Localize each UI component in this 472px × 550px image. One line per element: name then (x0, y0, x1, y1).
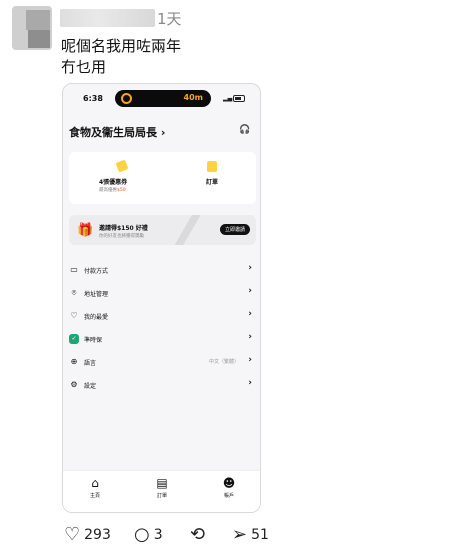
menu-item-settings[interactable]: ⚙ 設定 › (63, 375, 260, 398)
attached-screenshot[interactable]: 6:38 40m ▂▄ 食物及衞生局局長 › 🎧 4張優惠券 最高優惠$50 訂… (62, 83, 261, 513)
menu-item-favourites[interactable]: ♡ 我的最愛 › (63, 306, 260, 329)
chevron-right-icon: › (248, 378, 252, 388)
tab-label: 帳戶 (223, 493, 234, 499)
menu-item-label: 地址管理 (84, 291, 109, 298)
tab-label: 訂單 (156, 493, 167, 499)
tab-label: 主頁 (89, 493, 100, 499)
comment-button[interactable]: ○ 3 (134, 524, 163, 545)
bottom-tab-bar: ⌂ 主頁 ▤ 訂單 ☻ 帳戶 (63, 470, 260, 512)
signal-icon: ▂▄ (223, 95, 233, 102)
coupon-sub-amount: $50 (117, 188, 126, 193)
order-icon (207, 161, 217, 172)
coupon-subtext: 最高優惠$50 (99, 187, 126, 193)
invite-now-button[interactable]: 立即邀請 (219, 224, 250, 235)
invite-subtitle: 你的好友也將獲得獎勵 (99, 234, 144, 239)
menu-item-label: 我的最愛 (84, 314, 109, 321)
coupon-label[interactable]: 4張優惠券 (99, 177, 127, 186)
coupon-icon (115, 159, 129, 173)
gift-icon: 🎁 (77, 223, 94, 238)
settings-menu: ▭ 付款方式 › ⌾ 地址管理 › ♡ 我的最愛 › ✓ 準時保 › ⊕ 語言 … (63, 260, 260, 398)
tab-account[interactable]: ☻ 帳戶 (209, 476, 249, 499)
menu-item-label: 設定 (84, 383, 97, 390)
comment-bubble-icon: ○ (134, 524, 150, 545)
banner-decoration (169, 215, 209, 245)
repost-icon: ⟲ (190, 524, 206, 545)
heart-icon: ♡ (64, 524, 81, 545)
chevron-right-icon: › (248, 263, 252, 273)
timer-ring-icon (121, 93, 132, 104)
coupon-sub-prefix: 最高優惠 (99, 188, 117, 193)
like-count: 293 (84, 526, 111, 543)
invite-banner[interactable]: 🎁 邀請得$150 好禮 你的好友也將獲得獎勵 立即邀請 (69, 215, 256, 245)
menu-item-label: 付款方式 (84, 268, 109, 275)
share-button[interactable]: ➢ 51 (232, 524, 269, 545)
menu-item-language[interactable]: ⊕ 語言 中文（繁體） › (63, 352, 260, 375)
home-icon: ⌂ (91, 476, 99, 490)
chevron-right-icon: › (248, 332, 252, 342)
card-icon: ▭ (70, 265, 78, 274)
language-value: 中文（繁體） (208, 359, 239, 365)
tab-orders[interactable]: ▤ 訂單 (142, 476, 182, 499)
username-blurred[interactable] (60, 9, 155, 27)
heart-icon: ♡ (70, 311, 78, 320)
menu-item-label: 語言 (84, 360, 97, 367)
receipt-icon: ▤ (156, 476, 168, 490)
post-text: 呢個名我用咗兩年 冇乜用 (61, 36, 181, 78)
like-button[interactable]: ♡ 293 (64, 524, 111, 545)
headset-icon[interactable]: 🎧 (239, 125, 250, 135)
send-icon: ➢ (232, 524, 248, 545)
account-icon: ☻ (222, 476, 236, 490)
activity-minutes: 40m (183, 93, 203, 102)
comment-count: 3 (153, 526, 163, 543)
share-count: 51 (251, 526, 269, 543)
account-name-title[interactable]: 食物及衞生局局長 › (69, 124, 165, 140)
status-time: 6:38 (83, 94, 103, 103)
summary-card: 4張優惠券 最高優惠$50 訂單 (69, 152, 256, 204)
gear-icon: ⚙ (70, 380, 78, 389)
chevron-right-icon: › (248, 286, 252, 296)
menu-item-address[interactable]: ⌾ 地址管理 › (63, 283, 260, 306)
globe-icon: ⊕ (70, 357, 78, 366)
invite-title: 邀請得$150 好禮 (99, 225, 148, 232)
post-text-line-1: 呢個名我用咗兩年 (61, 37, 182, 55)
menu-item-on-time-guarantee[interactable]: ✓ 準時保 › (63, 329, 260, 352)
menu-item-payment[interactable]: ▭ 付款方式 › (63, 260, 260, 283)
shield-icon: ✓ (69, 334, 79, 344)
dynamic-island: 40m (115, 90, 211, 107)
post-timestamp: 1天 (157, 10, 182, 28)
status-bar: 6:38 40m ▂▄ (63, 84, 260, 114)
repost-button[interactable]: ⟲ (190, 524, 209, 545)
battery-icon (233, 95, 245, 102)
tab-home[interactable]: ⌂ 主頁 (75, 476, 115, 499)
chevron-right-icon: › (248, 309, 252, 319)
menu-item-label: 準時保 (84, 337, 103, 344)
location-pin-icon: ⌾ (71, 288, 77, 297)
post-actions: ♡ 293 ○ 3 ⟲ ➢ 51 (64, 524, 304, 548)
post-text-line-2: 冇乜用 (61, 58, 107, 76)
order-label[interactable]: 訂單 (206, 177, 218, 186)
avatar[interactable] (12, 6, 52, 50)
chevron-right-icon: › (248, 355, 252, 365)
